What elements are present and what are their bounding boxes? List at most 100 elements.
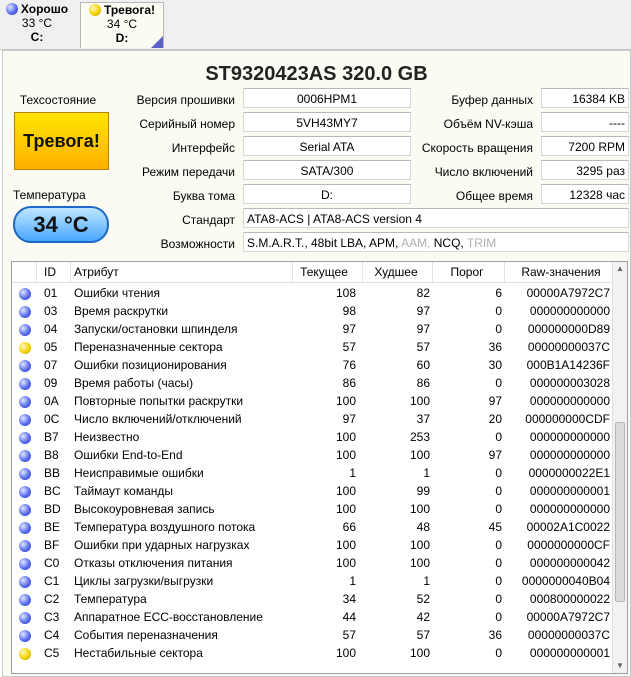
column-divider [504,262,505,282]
cell-worst: 100 [409,556,430,570]
standard-value: ATA8-ACS | ATA8-ACS version 4 [243,208,629,228]
cell-threshold: 0 [495,304,502,318]
table-row[interactable]: C1 Циклы загрузки/выгрузки 1 1 0 0000000040B0… [12,572,614,590]
interface-label: Интерфейс [171,141,235,155]
cell-attribute: Неисправимые ошибки [74,466,204,480]
blue-dot-icon [19,503,31,516]
buffer-value: 16384 KB [541,88,629,108]
cell-threshold: 0 [495,502,502,516]
table-row[interactable]: BC Таймаут команды 100 99 0 000000000001 [12,482,614,500]
cell-threshold: 6 [495,286,502,300]
drive-tab-bar: Хорошо 33 °C C: Тревога! 34 °C D: [0,0,631,50]
cell-threshold: 0 [495,484,502,498]
cell-worst: 42 [416,610,430,624]
cell-current: 86 [342,376,356,390]
cell-raw: 00000000037C [527,628,610,642]
table-row[interactable]: 04 Запуски/остановки шпинделя 97 97 0 0000000… [12,320,614,338]
feature-smart-lba-apm: S.M.A.R.T., 48bit LBA, APM, [247,236,399,250]
cell-raw: 000000000000 [529,394,610,408]
status-good-icon [18,284,32,302]
serial-value: 5VH43MY7 [243,112,411,132]
cell-attribute: События переназначения [74,628,218,642]
table-row[interactable]: BB Неисправимые ошибки 1 1 0 0000000022E1 [12,464,614,482]
cell-attribute: Отказы отключения питания [74,556,233,570]
interface-value: Serial ATA [243,136,411,156]
drive-tab-status: Хорошо [20,2,69,16]
cell-raw: 0000000000CF [527,538,610,552]
column-raw[interactable]: Raw-значения [512,263,610,281]
drive-tab-c[interactable]: Хорошо 33 °C C: [2,2,72,47]
table-row[interactable]: C3 Аппаратное ECC-восстановление 44 42 0 0000… [12,608,614,626]
cell-id: C0 [44,556,60,570]
scroll-up-icon[interactable]: ▲ [613,262,627,276]
status-good-icon [18,320,32,338]
table-row[interactable]: 05 Переназначенные сектора 57 57 36 000000000… [12,338,614,356]
cell-id: 07 [44,358,58,372]
blue-dot-icon [19,377,31,390]
cell-raw: 00000A7972C7 [526,610,610,624]
cell-id: 0A [44,394,59,408]
cell-current: 57 [342,340,356,354]
column-threshold[interactable]: Порог [432,263,502,281]
cell-attribute: Запуски/остановки шпинделя [74,322,238,336]
cell-worst: 60 [416,358,430,372]
vertical-scrollbar[interactable]: ▲ ▼ [612,262,627,673]
cell-id: B7 [44,430,59,444]
cell-raw: 0000000022E1 [528,466,610,480]
column-current[interactable]: Текущее [292,263,356,281]
table-row[interactable]: 07 Ошибки позиционирования 76 60 30 000B1A142… [12,356,614,374]
cell-threshold: 97 [488,394,502,408]
temperature-value[interactable]: 34 °C [13,206,109,243]
table-row[interactable]: C5 Нестабильные сектора 100 100 0 00000000000… [12,644,614,662]
scroll-down-icon[interactable]: ▼ [613,659,627,673]
table-row[interactable]: C4 События переназначения 57 57 36 0000000003… [12,626,614,644]
cell-worst: 52 [416,592,430,606]
drive-tab-d[interactable]: Тревога! 34 °C D: [80,2,164,48]
blue-dot-icon [19,575,31,588]
status-good-icon [18,302,32,320]
cell-threshold: 0 [495,322,502,336]
status-good-icon [18,482,32,500]
feature-ncq: NCQ, [433,236,464,250]
status-good-icon [18,464,32,482]
column-divider [432,262,433,282]
cell-id: 09 [44,376,58,390]
cell-attribute: Циклы загрузки/выгрузки [74,574,214,588]
cell-current: 1 [349,466,356,480]
scroll-thumb[interactable] [615,422,625,602]
table-row[interactable]: C0 Отказы отключения питания 100 100 0 000000… [12,554,614,572]
table-row[interactable]: 09 Время работы (часы) 86 86 0 000000003028 [12,374,614,392]
health-status-button[interactable]: Тревога! [14,112,109,170]
cell-raw: 000000000000 [529,430,610,444]
table-row[interactable]: 0A Повторные попытки раскрутки 100 100 97 000… [12,392,614,410]
table-row[interactable]: B7 Неизвестно 100 253 0 000000000000 [12,428,614,446]
cell-worst: 100 [409,448,430,462]
table-row[interactable]: BE Температура воздушного потока 66 48 45 000… [12,518,614,536]
cell-raw: 000000000000 [529,448,610,462]
cell-id: 03 [44,304,58,318]
smart-attributes-table[interactable]: ID Атрибут Текущее Худшее Порог Raw-знач… [11,261,628,674]
table-row[interactable]: 03 Время раскрутки 98 97 0 000000000000 [12,302,614,320]
column-attribute[interactable]: Атрибут [74,263,314,281]
table-row[interactable]: BD Высокоуровневая запись 100 100 0 000000000… [12,500,614,518]
feature-aam: AAM, [401,236,431,250]
blue-dot-icon [19,467,31,480]
firmware-value: 0006HPM1 [243,88,411,108]
table-row[interactable]: BF Ошибки при ударных нагрузках 100 100 0 000… [12,536,614,554]
cell-current: 100 [335,538,356,552]
table-row[interactable]: C2 Температура 34 52 0 000800000022 [12,590,614,608]
column-worst[interactable]: Худшее [362,263,430,281]
table-row[interactable]: B8 Ошибки End-to-End 100 100 97 000000000000 [12,446,614,464]
cell-threshold: 36 [488,628,502,642]
cell-threshold: 36 [488,340,502,354]
cell-id: BB [44,466,61,480]
cell-threshold: 45 [488,520,502,534]
temperature-label: Температура [13,188,86,202]
table-row[interactable]: 0C Число включений/отключений 97 37 20 000000… [12,410,614,428]
cell-worst: 86 [416,376,430,390]
yellow-dot-icon [19,341,31,354]
status-good-icon [18,554,32,572]
cell-id: C1 [44,574,60,588]
table-row[interactable]: 01 Ошибки чтения 108 82 6 00000A7972C7 [12,284,614,302]
cell-id: BD [44,502,61,516]
